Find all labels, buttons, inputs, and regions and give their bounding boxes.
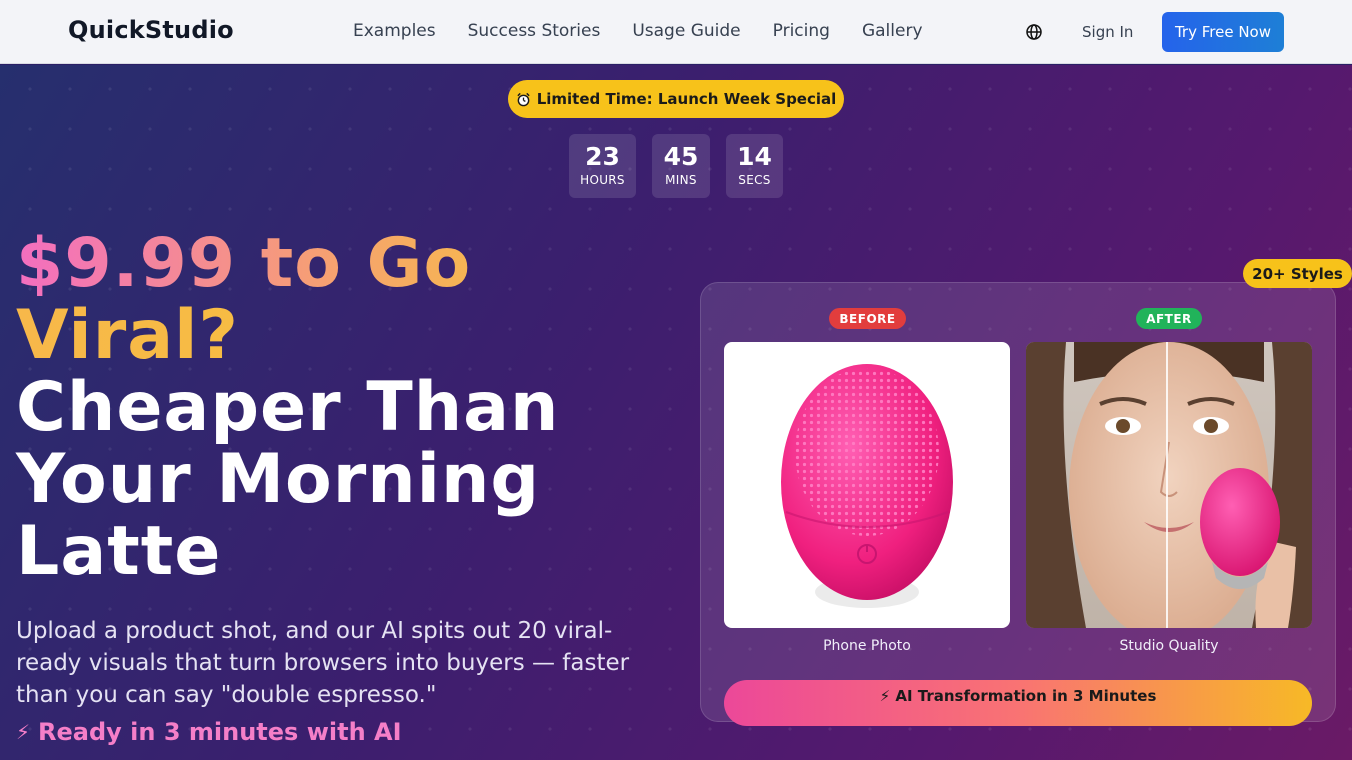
nav-link-pricing[interactable]: Pricing [773,21,830,41]
countdown-mins-value: 45 [663,142,699,171]
countdown-secs-value: 14 [737,142,772,171]
before-product-image [724,342,1010,628]
after-tag: AFTER [1136,308,1202,329]
top-nav: QuickStudio Examples Success Stories Usa… [0,0,1352,64]
styles-count-badge: 20+ Styles [1243,259,1352,288]
nav-link-gallery[interactable]: Gallery [862,21,923,41]
countdown-hours-value: 23 [585,142,620,171]
promo-badge: Limited Time: Launch Week Special [508,80,844,118]
countdown-hours-label: HOURS [580,173,625,187]
globe-icon[interactable] [1024,22,1044,42]
after-model-image [1026,342,1312,628]
ready-tagline-text: Ready in 3 minutes with AI [38,718,402,746]
hero-headline: $9.99 to Go Viral? Cheaper Than Your Mor… [16,228,559,588]
logo[interactable]: QuickStudio [68,16,234,44]
try-free-button[interactable]: Try Free Now [1162,12,1284,52]
model-with-brush-illustration [1026,342,1312,628]
lightning-icon: ⚡ [16,720,31,744]
countdown-secs-label: SECS [738,173,771,187]
countdown-secs: 14 SECS [726,134,783,198]
countdown-mins: 45 MINS [652,134,710,198]
headline-line-4: Your Morning [16,440,541,519]
promo-badge-text: Limited Time: Launch Week Special [536,90,837,108]
nav-link-examples[interactable]: Examples [353,21,436,41]
headline-line-3: Cheaper Than [16,368,560,447]
nav-links: Examples Success Stories Usage Guide Pri… [353,21,923,41]
nav-link-usage-guide[interactable]: Usage Guide [632,21,740,41]
after-caption: Studio Quality [1119,638,1219,654]
cleansing-brush-illustration [781,364,953,608]
countdown-hours: 23 HOURS [569,134,636,198]
before-caption: Phone Photo [823,638,911,654]
headline-price-line: $9.99 to Go [16,228,559,300]
nav-link-success-stories[interactable]: Success Stories [468,21,601,41]
hero-subtitle: Upload a product shot, and our AI spits … [16,618,630,708]
alarm-clock-icon [517,92,530,106]
ready-tagline: ⚡ Ready in 3 minutes with AI [16,718,402,746]
ai-transformation-button[interactable]: ⚡ AI Transformation in 3 Minutes [724,680,1312,726]
before-tag: BEFORE [829,308,906,329]
headline-line-5: Latte [16,512,222,591]
sign-in-link[interactable]: Sign In [1082,23,1133,41]
countdown-mins-label: MINS [665,173,697,187]
countdown-timer: 23 HOURS 45 MINS 14 SECS [569,134,783,198]
headline-viral-line: Viral? [16,300,559,372]
